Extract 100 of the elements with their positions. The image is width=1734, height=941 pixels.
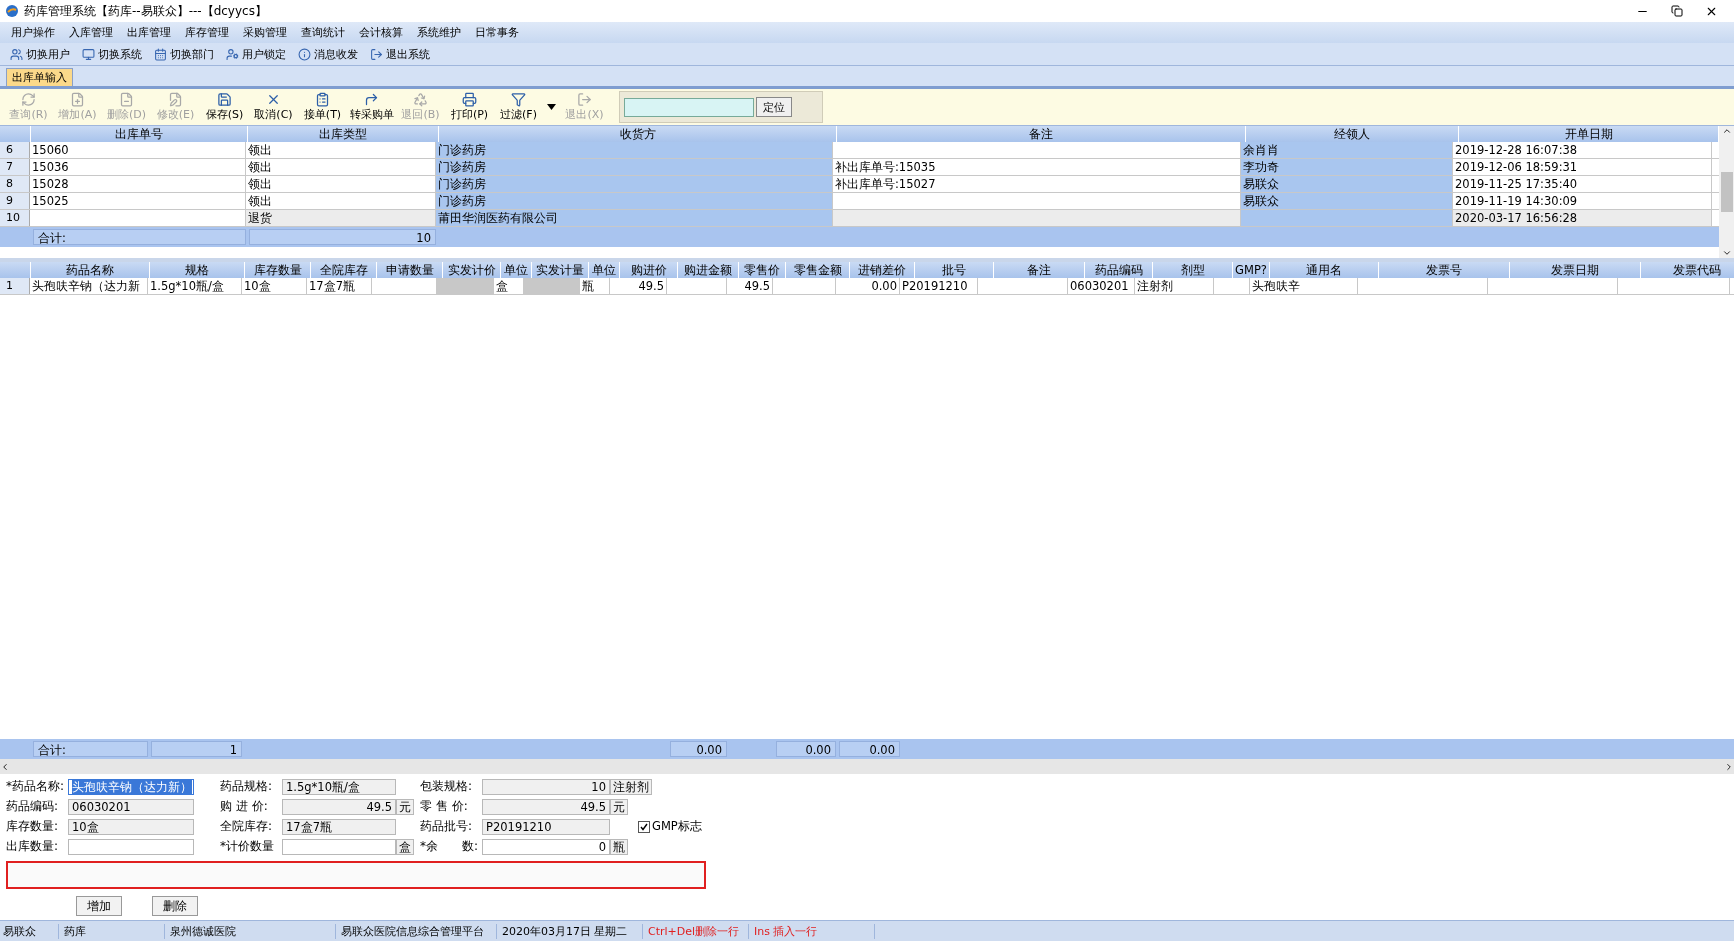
table-cell: 头孢呋辛钠（达力新 (30, 278, 148, 294)
total-label: 合计: (33, 741, 148, 757)
calendar-icon (154, 47, 167, 61)
toolbar-button[interactable]: 切换部门 (150, 46, 218, 62)
menu-item[interactable]: 查询统计 (294, 25, 352, 40)
search-field[interactable] (624, 97, 754, 117)
table-cell: 2019-12-06 18:59:31 (1453, 159, 1712, 175)
toolbar-button[interactable]: 取消(C) (249, 92, 298, 122)
info-icon (298, 47, 311, 61)
toolbar-button[interactable]: 用户锁定 (222, 46, 290, 62)
field-label: 药品编码: (6, 798, 60, 815)
menu-item[interactable]: 出库管理 (120, 25, 178, 40)
menu-item[interactable]: 库存管理 (178, 25, 236, 40)
table-cell: 余肖肖 (1241, 142, 1453, 158)
total-value: 0.00 (776, 741, 836, 757)
table-cell: 补出库单号:15035 (833, 159, 1241, 175)
tab[interactable]: 出库单输入 (6, 68, 73, 86)
row-number: 8 (0, 176, 30, 192)
row-number: 7 (0, 159, 30, 175)
table-cell: P20191210 (900, 278, 978, 294)
input-field[interactable]: 1.5g*10瓶/盒 (282, 778, 396, 795)
clipboard-icon (315, 92, 330, 107)
scroll-thumb[interactable] (1720, 172, 1733, 212)
menu-item[interactable]: 系统维护 (410, 25, 468, 40)
file-edit-icon (168, 92, 183, 107)
toolbar-button[interactable]: 退出系统 (366, 46, 434, 62)
scroll-left-icon[interactable] (0, 761, 10, 772)
table-cell: 盒 (494, 278, 524, 294)
scroll-down-icon[interactable] (1721, 248, 1732, 258)
table-cell: 退货 (246, 210, 436, 226)
input-field[interactable]: 10盒 (68, 818, 194, 835)
form-button[interactable]: 增加 (76, 896, 122, 916)
toolbar-button[interactable]: 切换系统 (78, 46, 146, 62)
close-icon (266, 92, 281, 107)
form-button[interactable]: 删除 (152, 896, 198, 916)
table-cell: 2019-11-19 14:30:09 (1453, 193, 1712, 209)
unit-label: 元 (610, 798, 628, 815)
menu-item[interactable]: 入库管理 (62, 25, 120, 40)
table-cell: 2019-12-28 16:07:38 (1453, 142, 1712, 158)
input-field[interactable]: 17盒7瓶 (282, 818, 396, 835)
recycle-icon (413, 92, 428, 107)
table-cell: 瓶 (580, 278, 610, 294)
exit-icon (370, 47, 383, 61)
checkbox[interactable] (638, 820, 650, 833)
toolbar-button[interactable]: 消息收发 (294, 46, 362, 62)
table-cell: 门诊药房 (436, 193, 833, 209)
user-gear-icon (226, 47, 239, 61)
field-label: 购 进 价: (220, 798, 269, 815)
input-field[interactable] (68, 838, 194, 855)
field-label: 零 售 价: (420, 798, 469, 815)
field-label: 药品批号: (420, 818, 474, 835)
unit-label: 元 (396, 798, 414, 815)
locate-button[interactable]: 定位 (756, 97, 792, 117)
table-cell: 1.5g*10瓶/盒 (148, 278, 242, 294)
table-cell: 李功奇 (1241, 159, 1453, 175)
menu-item[interactable]: 用户操作 (4, 25, 62, 40)
window-title: 药库管理系统【药库--易联众】---【dcyycs】 (24, 2, 268, 20)
input-field[interactable]: 10 (482, 778, 610, 795)
table-cell: 莆田华润医药有限公司 (436, 210, 833, 226)
file-minus-icon (119, 92, 134, 107)
table-cell: 15025 (30, 193, 246, 209)
toolbar-button[interactable]: 过滤(F) (494, 92, 543, 122)
restore-icon[interactable] (1671, 4, 1683, 17)
field-label: 全院库存: (220, 818, 274, 835)
input-field[interactable]: 0 (482, 838, 610, 855)
input-field[interactable] (282, 838, 396, 855)
table-cell: 补出库单号:15027 (833, 176, 1241, 192)
input-field[interactable]: 头孢呋辛钠（达力新） (68, 778, 194, 795)
toolbar-button[interactable]: 转采购单 (347, 92, 396, 122)
row-number: 6 (0, 142, 30, 158)
dropdown-caret-icon[interactable] (547, 104, 556, 110)
scrollbar[interactable] (0, 759, 1734, 774)
table-cell: 门诊药房 (436, 142, 833, 158)
menu-item[interactable]: 日常事务 (468, 25, 526, 40)
toolbar-button[interactable]: 保存(S) (200, 92, 249, 122)
scroll-right-icon[interactable] (1724, 761, 1734, 772)
gmp-checkbox[interactable]: GMP标志 (638, 819, 702, 834)
toolbar-button[interactable]: 切换用户 (6, 46, 74, 62)
table-cell: 17盒7瓶 (307, 278, 372, 294)
toolbar-button[interactable]: 接单(T) (298, 92, 347, 122)
input-field[interactable]: 06030201 (68, 798, 194, 815)
scrollbar[interactable] (1719, 126, 1734, 258)
table-cell: 易联众 (1241, 193, 1453, 209)
input-field[interactable]: 49.5 (282, 798, 396, 815)
table-cell: 领出 (246, 176, 436, 192)
table-cell: 15028 (30, 176, 246, 192)
table-cell: 注射剂 (1135, 278, 1214, 294)
status-text: 药库 (61, 923, 165, 939)
scroll-up-icon[interactable] (1721, 126, 1732, 136)
row-number: 9 (0, 193, 30, 209)
toolbar-button[interactable]: 打印(P) (445, 92, 494, 122)
unit-label: 盒 (396, 838, 414, 855)
field-label: *余 数: (420, 838, 480, 855)
menu-item[interactable]: 采购管理 (236, 25, 294, 40)
input-field[interactable]: P20191210 (482, 818, 610, 835)
save-icon (217, 92, 232, 107)
menu-item[interactable]: 会计核算 (352, 25, 410, 40)
unit-label: 注射剂 (610, 778, 652, 795)
curved-arrow-icon (364, 92, 379, 107)
input-field[interactable]: 49.5 (482, 798, 610, 815)
